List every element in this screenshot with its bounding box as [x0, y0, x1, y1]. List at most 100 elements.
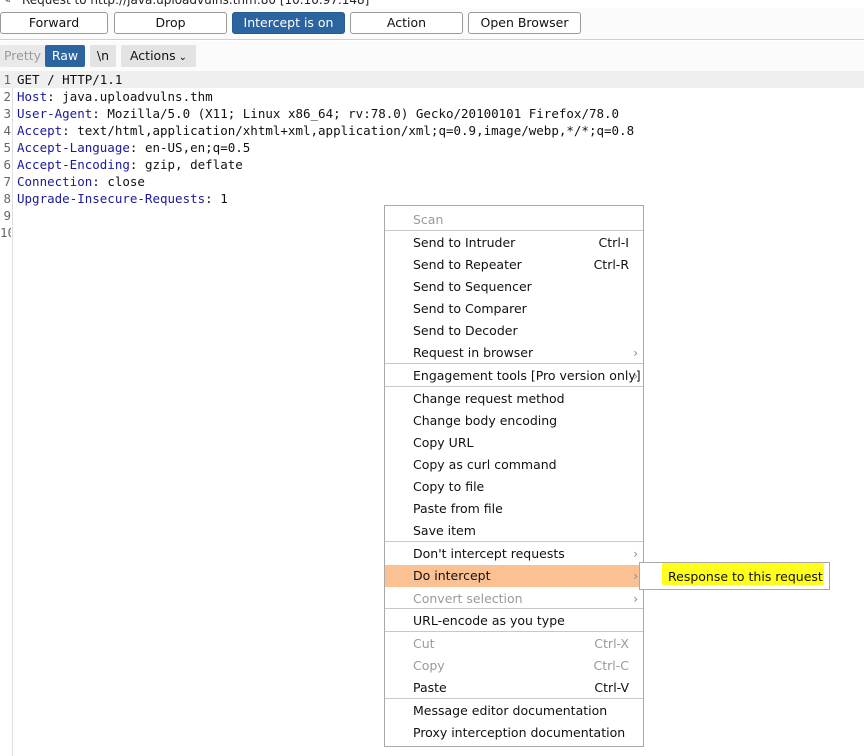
menu-item-label: Paste from file	[413, 501, 503, 516]
request-line[interactable]: 3 User-Agent: Mozilla/5.0 (X11; Linux x86…	[0, 105, 864, 122]
menu-item-label: Request in browser	[413, 345, 534, 360]
menu-item-send-to-repeater[interactable]: Send to Repeater Ctrl-R	[385, 254, 643, 276]
header-colon: :	[47, 89, 55, 104]
line-content: Accept-Language: en-US,en;q=0.5	[17, 139, 250, 156]
menu-item-label: Save item	[413, 523, 476, 538]
forward-button[interactable]: Forward	[0, 12, 108, 34]
window-title-bar: ✎ Request to http://java.uploadvulns.thm…	[0, 0, 864, 7]
header-name: Upgrade-Insecure-Requests	[17, 191, 206, 206]
menu-item-shortcut: Ctrl-C	[593, 658, 629, 673]
menu-item-cut[interactable]: Cut Ctrl-X	[385, 633, 643, 655]
menu-item-shortcut: Ctrl-R	[593, 257, 629, 272]
line-number: 8	[3, 191, 11, 206]
menu-item-engagement-tools-pro-version-only[interactable]: Engagement tools [Pro version only] ›	[385, 365, 643, 387]
menu-item-label: Copy to file	[413, 479, 485, 494]
request-line[interactable]: 2 Host: java.uploadvulns.thm	[0, 88, 864, 105]
header-name: Accept-Language	[17, 140, 130, 155]
menu-item-message-editor-documentation[interactable]: Message editor documentation	[385, 700, 643, 722]
header-value: close	[99, 174, 145, 189]
menu-item-url-encode-as-you-type[interactable]: URL-encode as you type	[385, 610, 643, 632]
pencil-icon: ✎	[2, 0, 11, 6]
menu-item-shortcut: Ctrl-X	[594, 636, 629, 651]
menu-item-shortcut: Ctrl-I	[598, 235, 629, 250]
pretty-view-tab[interactable]: Pretty	[0, 45, 45, 67]
line-content: Host: java.uploadvulns.thm	[17, 88, 213, 105]
line-number: 3	[3, 106, 11, 121]
menu-item-copy-to-file[interactable]: Copy to file	[385, 476, 643, 498]
menu-item-send-to-intruder[interactable]: Send to Intruder Ctrl-I	[385, 232, 643, 254]
submenu-item-response-to-this-request[interactable]: Response to this request	[668, 567, 823, 587]
header-value: text/html,application/xhtml+xml,applicat…	[69, 123, 635, 138]
menu-item-label: URL-encode as you type	[413, 613, 565, 628]
line-content: Accept-Encoding: gzip, deflate	[17, 156, 243, 173]
menu-item-label: Send to Comparer	[413, 301, 527, 316]
line-content: GET / HTTP/1.1	[17, 71, 122, 88]
menu-item-label: Do intercept	[413, 568, 491, 583]
request-line[interactable]: 5 Accept-Language: en-US,en;q=0.5	[0, 139, 864, 156]
header-name: Host	[17, 89, 48, 104]
header-colon: :	[92, 106, 100, 121]
chevron-right-icon: ›	[633, 547, 638, 561]
line-number: 2	[3, 89, 11, 104]
drop-button[interactable]: Drop	[114, 12, 227, 34]
menu-item-copy-url[interactable]: Copy URL	[385, 432, 643, 454]
menu-item-label: Send to Repeater	[413, 257, 522, 272]
header-value: en-US,en;q=0.5	[137, 140, 251, 155]
line-number: 1	[3, 72, 11, 87]
menu-item-label: Engagement tools [Pro version only]	[413, 368, 641, 383]
show-newlines-toggle[interactable]: \n	[90, 45, 116, 67]
line-number: 7	[3, 174, 11, 189]
header-name: User-Agent	[17, 106, 93, 121]
menu-item-label: Copy URL	[413, 435, 474, 450]
intercept-toolbar: Forward Drop Intercept is on Action Open…	[0, 8, 864, 40]
raw-view-tab[interactable]: Raw	[45, 45, 85, 67]
chevron-down-icon: ⌄	[178, 52, 188, 63]
menu-item-change-body-encoding[interactable]: Change body encoding	[385, 410, 643, 432]
menu-item-copy-as-curl-command[interactable]: Copy as curl command	[385, 454, 643, 476]
editor-view-bar: Pretty Raw \n Actions ⌄	[0, 41, 864, 71]
request-line[interactable]: 1 GET / HTTP/1.1	[0, 71, 864, 88]
menu-item-save-item[interactable]: Save item	[385, 520, 643, 542]
menu-item-don-t-intercept-requests[interactable]: Don't intercept requests ›	[385, 543, 643, 565]
intercept-toggle-button[interactable]: Intercept is on	[232, 12, 345, 34]
menu-item-send-to-sequencer[interactable]: Send to Sequencer	[385, 276, 643, 298]
action-button[interactable]: Action	[350, 12, 463, 34]
header-name: Connection	[17, 174, 93, 189]
menu-item-shortcut: Ctrl-V	[594, 680, 629, 695]
menu-item-label: Change request method	[413, 391, 565, 406]
header-value: Mozilla/5.0 (X11; Linux x86_64; rv:78.0)…	[99, 106, 620, 121]
line-content: Connection: close	[17, 173, 145, 190]
menu-item-request-in-browser[interactable]: Request in browser ›	[385, 342, 643, 364]
actions-label: Actions	[129, 48, 176, 63]
menu-item-label: Don't intercept requests	[413, 546, 565, 561]
request-line[interactable]: 4 Accept: text/html,application/xhtml+xml…	[0, 122, 864, 139]
chevron-right-icon: ›	[633, 346, 638, 360]
menu-item-paste-from-file[interactable]: Paste from file	[385, 498, 643, 520]
line-content: User-Agent: Mozilla/5.0 (X11; Linux x86_…	[17, 105, 619, 122]
menu-item-convert-selection[interactable]: Convert selection ›	[385, 588, 643, 610]
chevron-right-icon: ›	[633, 569, 638, 583]
menu-item-label: Convert selection	[413, 591, 523, 606]
request-line[interactable]: 7 Connection: close	[0, 173, 864, 190]
line-number: 4	[3, 123, 11, 138]
menu-item-change-request-method[interactable]: Change request method	[385, 388, 643, 410]
menu-item-label: Send to Decoder	[413, 323, 518, 338]
request-line-text: GET / HTTP/1.1	[17, 72, 123, 87]
line-number: 5	[3, 140, 11, 155]
request-line[interactable]: 6 Accept-Encoding: gzip, deflate	[0, 156, 864, 173]
menu-item-send-to-decoder[interactable]: Send to Decoder	[385, 320, 643, 342]
chevron-right-icon: ›	[633, 592, 638, 606]
menu-item-do-intercept[interactable]: Do intercept ›	[385, 565, 643, 587]
menu-item-paste[interactable]: Paste Ctrl-V	[385, 677, 643, 699]
menu-item-label: Message editor documentation	[413, 703, 608, 718]
menu-item-proxy-interception-documentation[interactable]: Proxy interception documentation	[385, 722, 643, 744]
menu-item-scan[interactable]: Scan	[385, 209, 643, 231]
menu-item-label: Copy as curl command	[413, 457, 557, 472]
actions-dropdown[interactable]: Actions ⌄	[121, 45, 196, 67]
menu-item-copy[interactable]: Copy Ctrl-C	[385, 655, 643, 677]
menu-item-send-to-comparer[interactable]: Send to Comparer	[385, 298, 643, 320]
line-content: Accept: text/html,application/xhtml+xml,…	[17, 122, 634, 139]
open-browser-button[interactable]: Open Browser	[468, 12, 581, 34]
chevron-right-icon: ›	[633, 369, 638, 383]
menu-item-label: Proxy interception documentation	[413, 725, 626, 740]
